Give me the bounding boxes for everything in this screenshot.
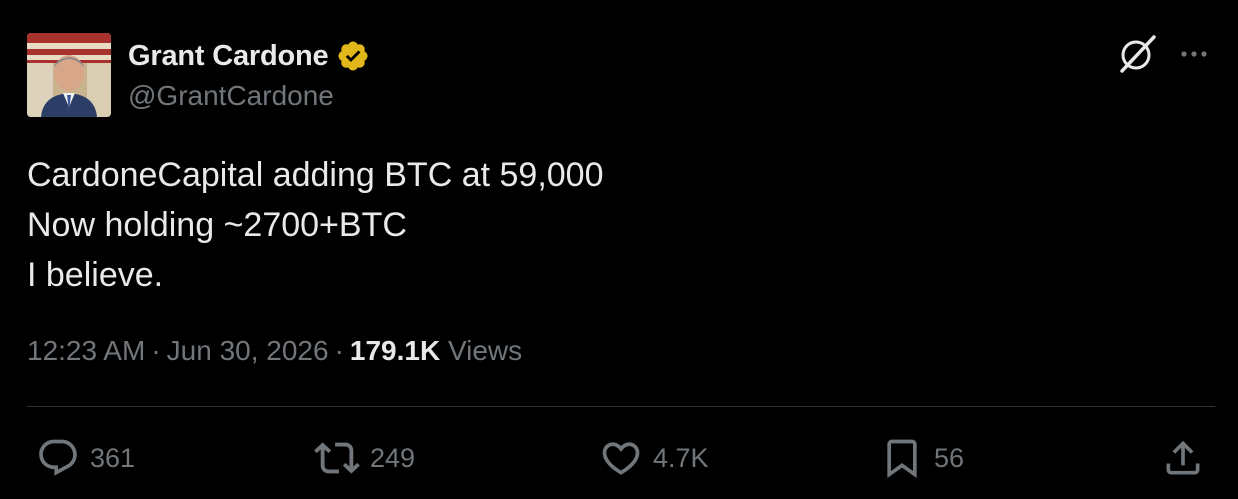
tweet-line: I believe. bbox=[27, 256, 164, 294]
reply-count: 361 bbox=[90, 442, 136, 473]
views-label: Views bbox=[447, 335, 523, 366]
verified-badge-icon[interactable] bbox=[336, 39, 370, 73]
tweet-line: CardoneCapital adding BTC at 59,000 bbox=[27, 156, 604, 194]
views-count[interactable]: 179.1K bbox=[350, 335, 440, 366]
author-name-row: Grant Cardone bbox=[128, 36, 370, 76]
grok-icon[interactable] bbox=[1116, 33, 1158, 75]
bookmark-icon bbox=[887, 439, 917, 479]
author-handle[interactable]: @GrantCardone bbox=[128, 80, 334, 112]
tweet-time[interactable]: 12:23 AM bbox=[27, 335, 145, 366]
tweet-line: Now holding ~2700+BTC bbox=[27, 206, 407, 244]
more-icon[interactable] bbox=[1176, 36, 1212, 72]
tweet-text: CardoneCapital adding BTC at 59,000 Now … bbox=[27, 150, 604, 300]
meta-separator: · bbox=[334, 335, 344, 366]
bookmark-count: 56 bbox=[934, 442, 965, 473]
avatar-image bbox=[27, 33, 111, 117]
reply-icon bbox=[39, 439, 77, 476]
tweet-date[interactable]: Jun 30, 2026 bbox=[167, 335, 329, 366]
avatar[interactable] bbox=[27, 33, 111, 117]
share-icon bbox=[1166, 440, 1200, 475]
divider bbox=[27, 406, 1215, 407]
tweet-meta: 12:23 AM · Jun 30, 2026 · 179.1K Views bbox=[27, 335, 522, 367]
tweet-card: Grant Cardone @GrantCardone CardoneCapit… bbox=[0, 0, 1238, 499]
bookmark-button[interactable]: 56 bbox=[880, 432, 964, 484]
reply-button[interactable]: 361 bbox=[36, 432, 135, 484]
like-button[interactable]: 4.7K bbox=[599, 432, 709, 484]
retweet-icon bbox=[314, 442, 360, 474]
share-button[interactable] bbox=[1161, 432, 1205, 484]
meta-separator: · bbox=[151, 335, 161, 366]
retweet-button[interactable]: 249 bbox=[314, 432, 415, 484]
author-display-name[interactable]: Grant Cardone bbox=[128, 40, 329, 73]
like-count: 4.7K bbox=[653, 442, 709, 473]
retweet-count: 249 bbox=[370, 442, 416, 473]
heart-icon bbox=[602, 442, 640, 475]
